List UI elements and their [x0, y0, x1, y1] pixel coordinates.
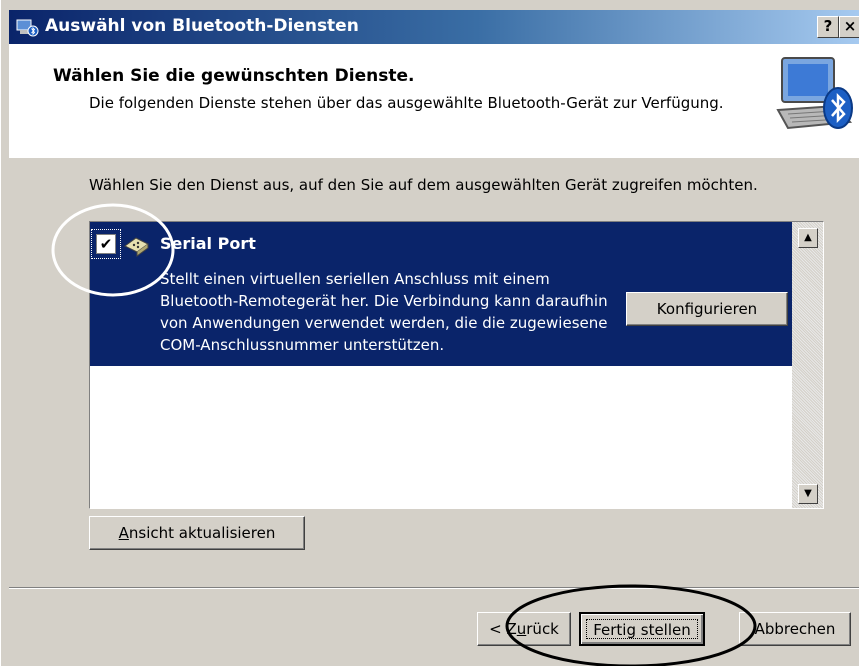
help-button[interactable]: ? — [817, 16, 839, 38]
configure-button[interactable]: Konfigurieren — [626, 292, 788, 326]
back-rest: rück — [526, 620, 559, 638]
service-item-serial-port[interactable]: ✔ Serial Port Stellt einen virtuellen se… — [90, 222, 792, 366]
scroll-down-arrow-icon[interactable]: ▼ — [798, 484, 818, 504]
cancel-button[interactable]: Abbrechen — [739, 612, 851, 646]
title-bar[interactable]: Auswähl von Bluetooth-Diensten ? × — [9, 10, 859, 44]
window-title: Auswähl von Bluetooth-Diensten — [45, 16, 359, 36]
finish-button[interactable]: Fertig stellen — [579, 612, 705, 646]
close-button[interactable]: × — [839, 16, 859, 38]
refresh-label: nsicht aktualisieren — [128, 524, 276, 542]
bluetooth-computer-icon — [776, 57, 853, 130]
header-subtitle: Die folgenden Dienste stehen über das au… — [89, 94, 724, 112]
header-separator — [9, 157, 859, 158]
footer-separator-highlight — [9, 588, 859, 589]
finish-focus-rect — [586, 619, 698, 639]
serial-port-icon — [124, 237, 149, 257]
service-checkbox[interactable]: ✔ — [96, 234, 116, 254]
back-prefix: < Z — [489, 620, 517, 638]
back-accelerator: u — [516, 620, 527, 638]
bluetooth-services-dialog: Auswähl von Bluetooth-Diensten ? × Wähle… — [0, 0, 859, 666]
refresh-view-button[interactable]: Ansicht aktualisieren — [89, 516, 305, 550]
header-title: Wählen Sie die gewünschten Dienste. — [53, 66, 415, 86]
vertical-scrollbar[interactable]: ▲ ▼ — [792, 222, 823, 508]
service-description: Stellt einen virtuellen seriellen Anschl… — [160, 270, 608, 354]
bluetooth-services-icon — [16, 19, 39, 37]
refresh-accelerator: A — [118, 524, 129, 542]
wizard-header: Wählen Sie die gewünschten Dienste. Die … — [9, 44, 859, 158]
services-list[interactable]: ✔ Serial Port Stellt einen virtuellen se… — [89, 221, 824, 509]
back-button[interactable]: < Zurück — [477, 612, 571, 646]
instruction-text: Wählen Sie den Dienst aus, auf den Sie a… — [89, 176, 758, 194]
service-name: Serial Port — [160, 234, 256, 253]
scroll-up-arrow-icon[interactable]: ▲ — [798, 228, 818, 248]
